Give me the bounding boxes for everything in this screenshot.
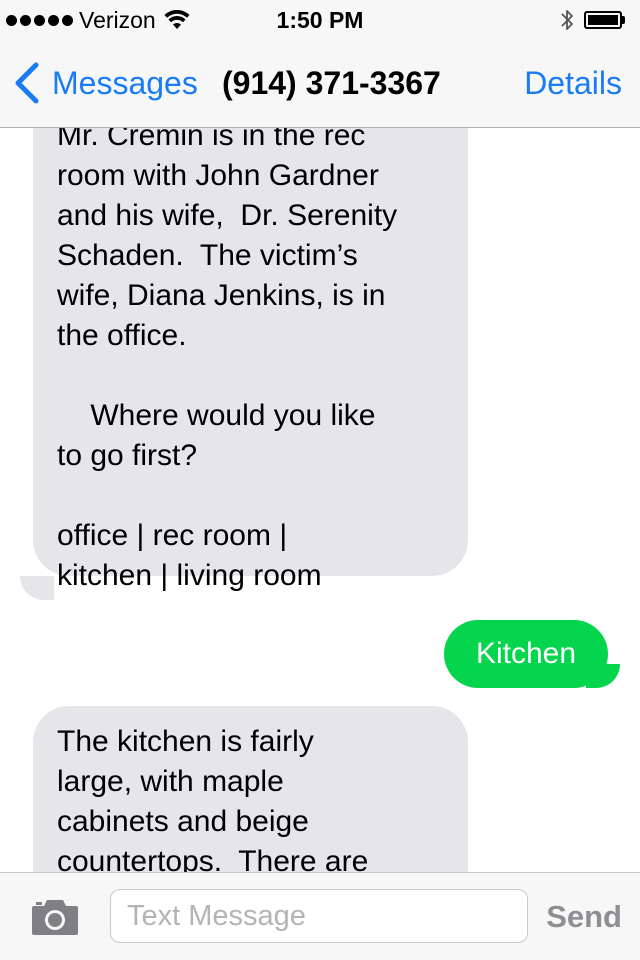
details-button[interactable]: Details [524,64,622,102]
status-bar-right [560,6,630,34]
back-button-label: Messages [52,64,198,101]
send-button[interactable]: Send [546,897,622,937]
camera-icon[interactable] [30,897,80,937]
bluetooth-icon [561,10,573,30]
conversation-title: (914) 371-3367 [222,65,441,101]
message-text-field[interactable] [110,889,528,943]
incoming-message[interactable]: Mr. Cremin is in the rec room with John … [33,128,468,592]
message-input-bar: Send [0,872,640,960]
conversation-thread[interactable]: Mr. Cremin is in the rec room with John … [0,128,640,872]
outgoing-message[interactable]: Kitchen [444,620,608,688]
bubble-tail [20,576,54,600]
incoming-message[interactable]: The kitchen is fairly large, with maple … [33,706,468,872]
status-bar: Verizon 1:50 PM [0,0,640,40]
chevron-left-icon [15,62,39,104]
back-button[interactable]: Messages [14,62,198,104]
battery-icon [584,9,630,31]
status-time: 1:50 PM [276,7,364,33]
battery-fill [588,15,618,25]
navigation-bar: Messages (914) 371-3367 Details [0,40,640,128]
